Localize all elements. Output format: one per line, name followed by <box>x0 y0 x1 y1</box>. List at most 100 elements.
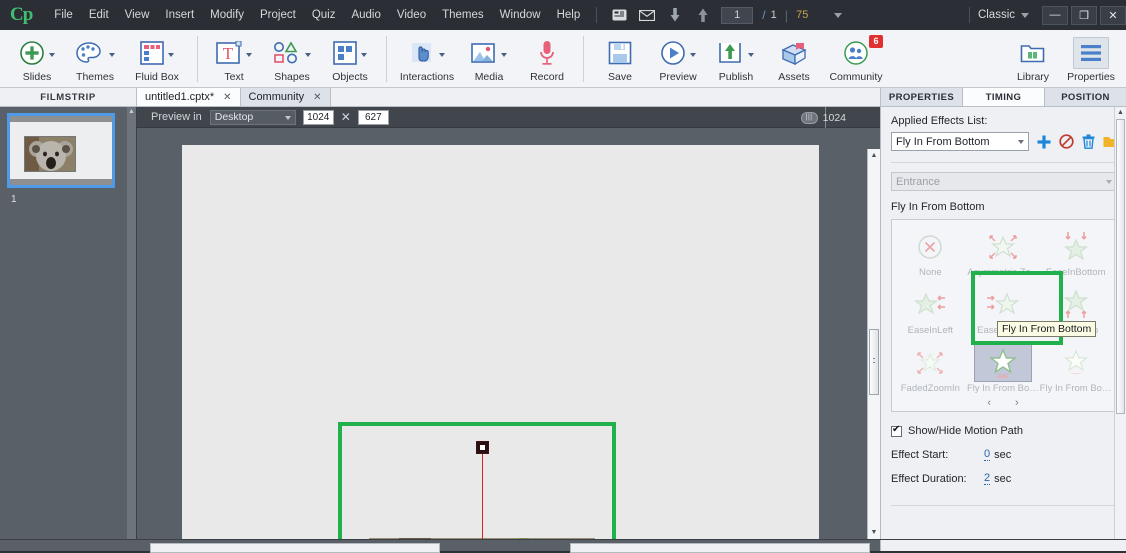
scroll-down-icon[interactable]: ▼ <box>868 526 880 539</box>
show-hide-motion-path-checkbox[interactable]: Show/Hide Motion Path <box>891 424 1126 437</box>
menu-project[interactable]: Project <box>252 5 304 25</box>
current-slide-input[interactable]: 1 <box>721 6 754 24</box>
ribbon-button-themes[interactable]: Themes <box>66 34 124 83</box>
menu-help[interactable]: Help <box>549 5 589 25</box>
ruler-marker[interactable]: ||| 1024 <box>800 107 846 128</box>
mail-icon[interactable] <box>636 4 658 26</box>
menu-window[interactable]: Window <box>492 5 549 25</box>
tab-untitled1-cptx[interactable]: untitled1.cptx* ✕ <box>137 88 241 106</box>
chevron-down-icon[interactable] <box>49 53 55 57</box>
maximize-button[interactable]: ❐ <box>1071 5 1097 25</box>
zoom-level-value[interactable]: 75 <box>796 9 808 21</box>
filmstrip-scrollbar[interactable]: ▲ <box>127 107 136 539</box>
close-button[interactable]: ✕ <box>1100 5 1126 25</box>
menu-file[interactable]: File <box>46 5 81 25</box>
effect-item-faded-zoom-in[interactable]: FadedZoomIn <box>894 340 967 398</box>
effect-item-none[interactable]: None <box>894 224 967 282</box>
properties-scrollbar[interactable]: ▲ <box>1114 107 1126 539</box>
chevron-down-icon[interactable] <box>439 53 445 57</box>
gallery-prev-icon[interactable]: ‹ <box>987 397 991 409</box>
menu-video[interactable]: Video <box>389 5 434 25</box>
ribbon-button-assets[interactable]: Assets <box>765 34 823 83</box>
effect-item-asymmetric-zoom[interactable]: Asymmetric Zo... <box>967 224 1040 282</box>
ribbon-button-properties[interactable]: Properties <box>1062 34 1120 83</box>
tab-properties[interactable]: PROPERTIES <box>880 88 962 106</box>
ribbon-button-objects[interactable]: Objects <box>321 34 379 83</box>
ribbon-button-library[interactable]: Library <box>1004 34 1062 83</box>
menu-quiz[interactable]: Quiz <box>304 5 344 25</box>
minimize-button[interactable]: — <box>1042 5 1068 25</box>
menu-modify[interactable]: Modify <box>202 5 252 25</box>
ribbon-button-media[interactable]: Media <box>460 34 518 83</box>
chevron-down-icon[interactable] <box>168 53 174 57</box>
tab-timing[interactable]: TIMING <box>962 88 1044 106</box>
effect-item-fly-in-from-bottom-right[interactable]: Fly In From Bot... <box>1039 340 1112 398</box>
canvas-vertical-scrollbar[interactable]: ▲ ▼ <box>867 149 880 539</box>
effect-duration-value[interactable]: 2 <box>984 472 991 485</box>
workspace-label[interactable]: Classic <box>978 9 1015 21</box>
arrow-down-icon[interactable] <box>664 4 686 26</box>
ribbon-button-shapes[interactable]: Shapes <box>263 34 321 83</box>
chevron-down-icon[interactable] <box>690 53 696 57</box>
chevron-down-icon[interactable] <box>361 53 367 57</box>
scroll-up-icon[interactable]: ▲ <box>1115 107 1126 119</box>
tab-community[interactable]: Community ✕ <box>240 88 331 106</box>
fly-in-from-bottom-right-star-icon <box>1047 344 1105 382</box>
workspace-divider <box>968 7 970 23</box>
chevron-down-icon[interactable] <box>501 53 507 57</box>
timeline-panel-left[interactable] <box>150 543 440 553</box>
delete-effect-icon[interactable] <box>1082 134 1095 149</box>
effect-item-ease-in-left[interactable]: EaseInLeft <box>894 282 967 340</box>
applied-effect-select[interactable]: Fly In From Bottom <box>891 132 1029 151</box>
menu-view[interactable]: View <box>117 5 158 25</box>
slide-separator: / <box>762 8 766 22</box>
chevron-down-icon[interactable] <box>246 53 252 57</box>
arrow-up-icon[interactable] <box>692 4 714 26</box>
close-icon[interactable]: ✕ <box>313 92 321 103</box>
slide-canvas[interactable] <box>182 145 819 539</box>
timeline-panel-right[interactable] <box>570 543 870 553</box>
ribbon-button-record[interactable]: Record <box>518 34 576 83</box>
ribbon-button-publish[interactable]: Publish <box>707 34 765 83</box>
chevron-down-icon[interactable] <box>109 53 115 57</box>
effects-gallery[interactable]: None Asymmetric Zo... EaseInBottom EaseI… <box>891 219 1115 412</box>
filmstrip-panel: 1 ▲ <box>0 107 137 539</box>
scrollbar-thumb[interactable] <box>1116 119 1125 414</box>
slide-thumbnail-1[interactable] <box>7 113 115 188</box>
effect-item-ease-in-bottom[interactable]: EaseInBottom <box>1039 224 1112 282</box>
panel-icon[interactable] <box>608 4 630 26</box>
tab-position[interactable]: POSITION <box>1044 88 1126 106</box>
menu-insert[interactable]: Insert <box>157 5 202 25</box>
scrollbar-thumb[interactable] <box>869 329 879 395</box>
ribbon-button-interactions[interactable]: Interactions <box>394 34 460 83</box>
ribbon-button-save[interactable]: Save <box>591 34 649 83</box>
chevron-down-icon[interactable] <box>305 53 311 57</box>
disable-effect-icon[interactable] <box>1059 134 1074 149</box>
device-select[interactable]: Desktop <box>209 109 296 125</box>
ribbon-button-text[interactable]: T Text <box>205 34 263 83</box>
preview-height-input[interactable]: 627 <box>357 109 389 125</box>
menu-audio[interactable]: Audio <box>343 5 388 25</box>
motion-path-handle[interactable] <box>476 441 489 454</box>
checkbox-icon[interactable] <box>891 424 902 437</box>
gallery-next-icon[interactable]: › <box>1015 397 1019 409</box>
effect-category-placeholder: Entrance <box>896 175 941 188</box>
ribbon-button-community[interactable]: 6 Community <box>823 34 889 83</box>
ribbon-button-preview[interactable]: Preview <box>649 34 707 83</box>
close-icon[interactable]: ✕ <box>223 92 231 103</box>
effect-start-value[interactable]: 0 <box>984 448 991 461</box>
menu-edit[interactable]: Edit <box>81 5 117 25</box>
scroll-up-icon[interactable]: ▲ <box>127 107 136 116</box>
zoom-dropdown-caret[interactable] <box>834 12 843 18</box>
ruler-handle-icon[interactable]: ||| <box>800 111 818 124</box>
chevron-down-icon[interactable] <box>748 53 754 57</box>
menu-themes[interactable]: Themes <box>434 5 492 25</box>
effect-category-select[interactable]: Entrance <box>891 172 1117 191</box>
ribbon-button-slides[interactable]: Slides <box>8 34 66 83</box>
scroll-up-icon[interactable]: ▲ <box>868 149 880 162</box>
effect-item-fly-in-from-bottom[interactable]: Fly In From Bottom <box>967 340 1040 398</box>
ribbon-button-fluid-box[interactable]: Fluid Box <box>124 34 190 83</box>
add-effect-icon[interactable] <box>1037 135 1051 149</box>
preview-width-input[interactable]: 1024 <box>302 109 334 125</box>
workspace-caret-icon[interactable] <box>1021 12 1029 18</box>
